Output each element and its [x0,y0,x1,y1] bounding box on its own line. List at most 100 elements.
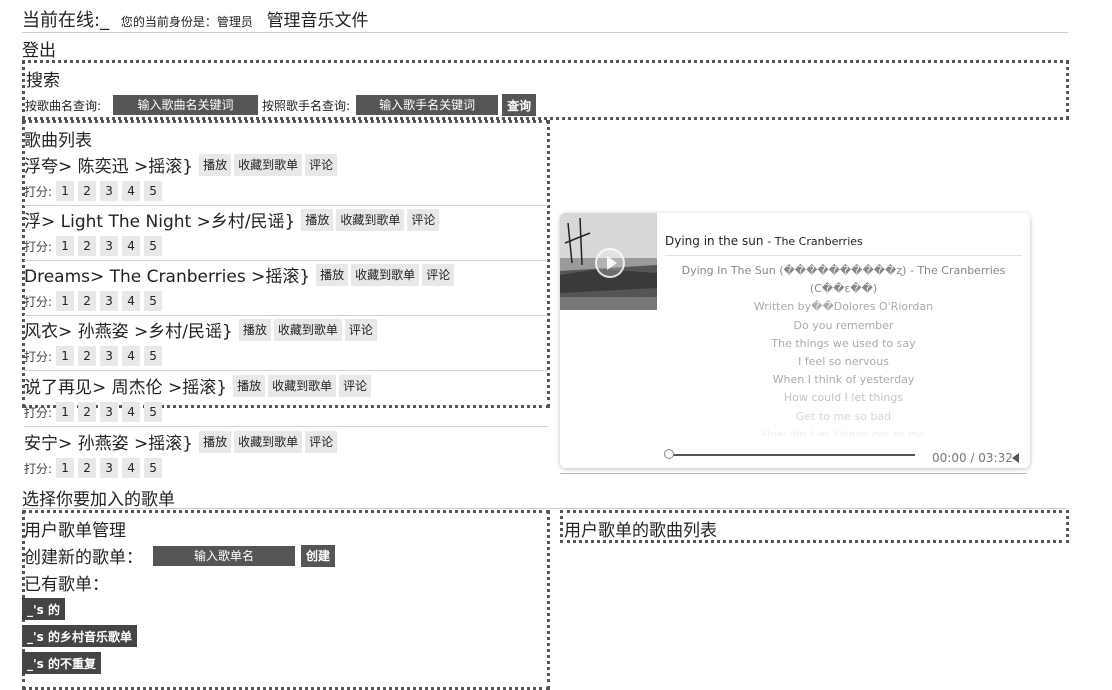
progress-knob[interactable] [664,449,674,459]
rate-2[interactable]: 2 [78,458,97,478]
row-divider [24,260,548,261]
create-playlist-button[interactable]: 创建 [301,544,336,567]
logout-link[interactable]: 登出 [22,36,56,61]
rate-1[interactable]: 1 [56,236,75,256]
rating-row: 打分: 1 2 3 4 5 [24,402,163,422]
rate-3[interactable]: 3 [100,236,119,256]
query-button[interactable]: 查询 [502,94,537,116]
play-button[interactable]: 播放 [238,318,271,341]
rate-5[interactable]: 5 [144,346,163,366]
rate-label: 打分: [24,184,53,199]
playlist-item[interactable]: _'s 的 [22,598,65,620]
rate-3[interactable]: 3 [100,291,119,311]
comment-button[interactable]: 评论 [344,318,377,341]
rate-label: 打分: [24,294,53,309]
collect-button[interactable]: 收藏到歌单 [234,153,303,176]
list-item: 风衣> 孙燕姿 >乡村/民谣} 播放 收藏到歌单 评论 [24,317,377,342]
comment-button[interactable]: 评论 [339,374,372,397]
lyric-line: Written by��Dolores O'Riordan [753,300,934,314]
rating-row: 打分: 1 2 3 4 5 [24,181,163,201]
rate-4[interactable]: 4 [122,236,141,256]
manage-music-link[interactable]: 管理音乐文件 [267,11,369,31]
collect-button[interactable]: 收藏到歌单 [234,430,303,453]
volume-icon[interactable] [1012,453,1019,463]
rate-5[interactable]: 5 [144,236,163,256]
rate-2[interactable]: 2 [78,346,97,366]
rate-4[interactable]: 4 [122,402,141,422]
rate-4[interactable]: 4 [122,346,141,366]
collect-button[interactable]: 收藏到歌单 [351,263,420,286]
progress-bar[interactable] [665,454,915,456]
lyric-line: The things we used to say [771,336,916,350]
playlist-item[interactable]: _'s 的乡村音乐歌单 [22,625,137,647]
lyric-line: Dying In The Sun (����������ʐ) - The Cra… [681,264,1006,277]
play-button[interactable]: 播放 [316,263,349,286]
rate-1[interactable]: 1 [56,346,75,366]
rate-4[interactable]: 4 [122,181,141,201]
row-divider [24,370,548,371]
lyrics-panel[interactable]: Dying In The Sun (����������ʐ) - The Cra… [665,255,1022,436]
comment-button[interactable]: 评论 [407,208,440,231]
comment-button[interactable]: 评论 [305,153,338,176]
rate-5[interactable]: 5 [144,291,163,311]
row-divider [24,205,548,206]
list-item: Dreams> The Cranberries >摇滚} 播放 收藏到歌单 评论 [24,262,455,287]
rate-2[interactable]: 2 [78,181,97,201]
search-panel: 搜索 按歌曲名查询: 按照歌手名查询: 查询 [22,60,1069,120]
by-song-label: 按歌曲名查询: [25,98,102,113]
rate-5[interactable]: 5 [144,402,163,422]
collect-button[interactable]: 收藏到歌单 [273,318,342,341]
existing-playlists-label: 已有歌单： [24,575,109,595]
rate-2[interactable]: 2 [78,291,97,311]
rate-4[interactable]: 4 [122,458,141,478]
rate-3[interactable]: 3 [100,181,119,201]
rate-5[interactable]: 5 [144,181,163,201]
comment-button[interactable]: 评论 [422,263,455,286]
playlist-manage-title: 用户歌单管理 [24,521,126,541]
time-display: 00:00 / 03:32 [932,451,1013,465]
play-button[interactable]: 播放 [199,153,232,176]
rate-label: 打分: [24,461,53,476]
collect-button[interactable]: 收藏到歌单 [268,374,337,397]
rate-1[interactable]: 1 [56,458,75,478]
create-playlist-label: 创建新的歌单： [24,548,143,568]
by-singer-label: 按照歌手名查询: [262,98,351,113]
singer-search-input[interactable] [356,95,499,115]
lyric-line: When I think of yesterday [772,373,915,387]
song-info: 说了再见> 周杰伦 >摇滚} [24,378,228,398]
play-button[interactable]: 播放 [301,208,334,231]
song-list-title: 歌曲列表 [24,131,92,151]
list-item: 浮> Light The Night >乡村/民谣} 播放 收藏到歌单 评论 [24,207,440,232]
rate-label: 打分: [24,349,53,364]
song-search-input[interactable] [113,95,259,115]
rate-1[interactable]: 1 [56,181,75,201]
rating-row: 打分: 1 2 3 4 5 [24,291,163,311]
song-info: 安宁> 孙燕姿 >摇滚} [24,434,194,454]
lyric-line: Do you remember [793,318,894,332]
play-icon[interactable] [595,248,625,278]
rate-1[interactable]: 1 [56,402,75,422]
play-button[interactable]: 播放 [199,430,232,453]
comment-button[interactable]: 评论 [305,430,338,453]
play-button[interactable]: 播放 [233,374,266,397]
list-item: 安宁> 孙燕姿 >摇滚} 播放 收藏到歌单 评论 [24,429,338,454]
rate-2[interactable]: 2 [78,236,97,256]
rate-4[interactable]: 4 [122,291,141,311]
lyric-line: I feel so nervous [798,355,889,369]
section-divider [22,508,1068,509]
rate-3[interactable]: 3 [100,402,119,422]
rate-1[interactable]: 1 [56,291,75,311]
row-divider [24,315,548,316]
rate-label: 打分: [24,239,53,254]
rate-3[interactable]: 3 [100,346,119,366]
playlist-name-input[interactable] [153,545,295,566]
rate-3[interactable]: 3 [100,458,119,478]
header-divider [22,32,1068,33]
collect-button[interactable]: 收藏到歌单 [336,208,405,231]
rate-5[interactable]: 5 [144,458,163,478]
album-cover[interactable] [560,213,657,310]
search-title: 搜索 [26,71,60,91]
track-title: Dying in the sun [665,234,764,248]
playlist-item[interactable]: _'s 的不重复 [22,652,101,674]
rate-2[interactable]: 2 [78,402,97,422]
